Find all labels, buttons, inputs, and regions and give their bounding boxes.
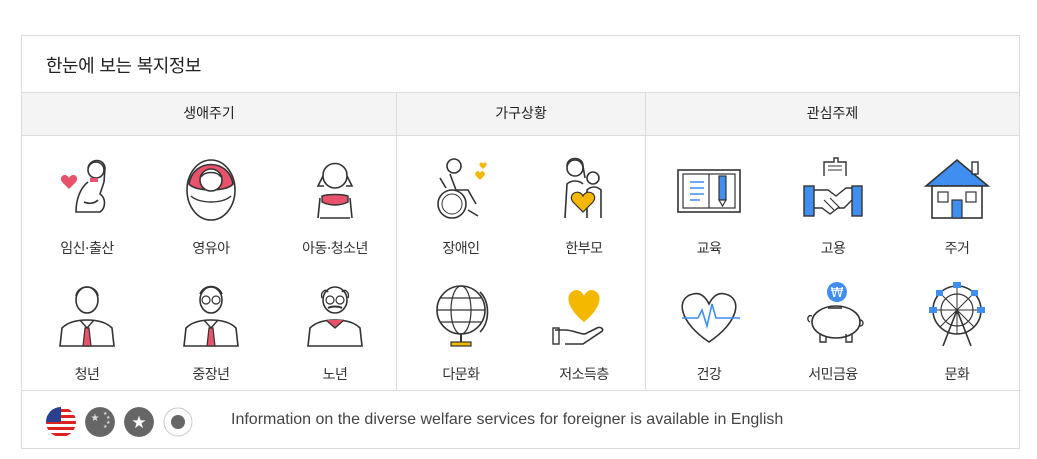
tile-employment[interactable]: 고용: [771, 142, 895, 266]
tile-label: 서민금융: [808, 367, 858, 383]
tile-disabled[interactable]: 장애인: [399, 142, 523, 266]
heartbeat-icon: [681, 292, 740, 343]
parent-and-child-icon: [564, 157, 602, 219]
hand-holding-heart-icon: [552, 290, 604, 345]
tile-child-youth[interactable]: 아동·청소년: [273, 142, 397, 266]
tile-label: 교육: [696, 241, 722, 257]
handshake-building-icon: [803, 157, 863, 217]
young-man-icon: [59, 286, 115, 347]
house-icon: [923, 158, 991, 219]
column-header-interest: 관심주제: [645, 93, 1019, 135]
middle-aged-man-icon: [183, 285, 239, 347]
piggy-bank-won-icon: ₩: [807, 282, 864, 343]
svg-text:★: ★: [91, 413, 100, 424]
svg-text:₩: ₩: [831, 286, 844, 301]
tile-housing[interactable]: 주거: [895, 142, 1019, 266]
tile-microfinance[interactable]: ₩ 서민금융: [771, 268, 895, 392]
tile-label: 저소득층: [559, 367, 609, 383]
category-header: 생애주기 가구상황 관심주제: [22, 92, 1019, 136]
svg-text:★: ★: [131, 413, 146, 433]
tile-label: 다문화: [442, 367, 480, 383]
tile-middle-aged[interactable]: 중장년: [149, 268, 273, 392]
language-footer: ★ ★ ★ ★ ★ ★ Information on the diverse w…: [22, 390, 1019, 448]
tile-low-income[interactable]: 저소득층: [522, 268, 646, 392]
tile-label: 주거: [944, 241, 970, 257]
svg-text:★: ★: [103, 424, 108, 430]
tile-single-parent[interactable]: 한부모: [522, 142, 646, 266]
tile-label: 노년: [322, 367, 348, 383]
elderly-man-icon: [307, 286, 363, 347]
tile-young-adult[interactable]: 청년: [25, 268, 149, 392]
column-header-life-cycle: 생애주기: [183, 106, 235, 122]
tile-label: 장애인: [442, 241, 480, 257]
ferris-wheel-icon: [929, 282, 985, 347]
tile-health[interactable]: 건강: [647, 268, 771, 392]
tile-label: 고용: [820, 241, 846, 257]
column-header-household: 가구상황: [396, 93, 645, 135]
child-girl-icon: [316, 162, 354, 219]
tile-label: 청년: [74, 367, 100, 383]
tile-label: 건강: [696, 367, 722, 383]
tile-pregnancy[interactable]: 임신·출산: [25, 142, 149, 266]
japan-flag-icon[interactable]: [163, 407, 193, 437]
book-and-pencil-icon: [677, 169, 741, 213]
tile-label: 임신·출산: [60, 241, 114, 257]
tile-label: 문화: [944, 367, 970, 383]
tile-multicultural[interactable]: 다문화: [399, 268, 523, 392]
china-flag-icon[interactable]: ★ ★ ★ ★ ★: [85, 407, 115, 437]
vietnam-flag-icon[interactable]: ★: [124, 407, 154, 437]
tile-label: 아동·청소년: [302, 241, 368, 257]
tile-label: 한부모: [565, 241, 603, 257]
tile-label: 중장년: [192, 367, 230, 383]
tile-elderly[interactable]: 노년: [273, 268, 397, 392]
swaddled-baby-icon: [186, 159, 236, 221]
welfare-info-panel: 한눈에 보는 복지정보 생애주기 가구상황 관심주제 임신·출산 영유아 아동·…: [21, 35, 1020, 449]
tile-label: 영유아: [192, 241, 230, 257]
us-flag-icon[interactable]: [46, 407, 76, 437]
tile-education[interactable]: 교육: [647, 142, 771, 266]
tile-culture[interactable]: 문화: [895, 268, 1019, 392]
tile-infant[interactable]: 영유아: [149, 142, 273, 266]
panel-title: 한눈에 보는 복지정보: [46, 56, 201, 77]
globe-icon: [436, 285, 489, 347]
wheelchair-person-icon: [437, 158, 487, 219]
english-info-link[interactable]: Information on the diverse welfare servi…: [231, 411, 783, 429]
pregnant-woman-icon: [60, 159, 106, 213]
